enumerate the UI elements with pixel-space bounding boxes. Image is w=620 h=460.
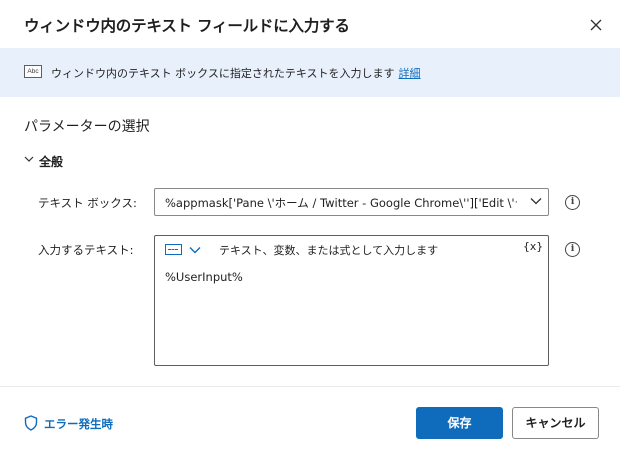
input-text-help-icon[interactable]: i — [565, 242, 580, 257]
details-link[interactable]: 詳細 — [399, 67, 421, 80]
cancel-button[interactable]: キャンセル — [512, 407, 599, 439]
text-box-help-icon[interactable]: i — [565, 195, 580, 210]
footer-divider — [0, 386, 620, 387]
input-text-label: 入力するテキスト: — [38, 243, 134, 257]
info-bar: Abc ウィンドウ内のテキスト ボックスに指定されたテキストを入力します 詳細 — [0, 48, 620, 97]
insert-variable-button[interactable]: {x} — [523, 240, 543, 253]
input-text-value: %UserInput% — [165, 270, 243, 284]
dialog-title: ウィンドウ内のテキスト フィールドに入力する — [24, 17, 350, 35]
chevron-down-icon — [530, 198, 542, 205]
section-title: パラメーターの選択 — [24, 119, 150, 135]
shield-icon — [24, 415, 38, 431]
info-text: ウィンドウ内のテキスト ボックスに指定されたテキストを入力します — [51, 67, 395, 80]
input-text-field[interactable]: テキスト、変数、または式として入力します {x} %UserInput% — [154, 235, 549, 366]
text-box-icon: Abc — [24, 65, 42, 78]
text-box-value: %appmask['Pane \'ホーム / Twitter - Google … — [165, 196, 517, 210]
text-box-select[interactable]: %appmask['Pane \'ホーム / Twitter - Google … — [154, 188, 549, 216]
dialog: ウィンドウ内のテキスト フィールドに入力する Abc ウィンドウ内のテキスト ボ… — [0, 0, 620, 460]
chevron-down-icon[interactable] — [189, 246, 201, 254]
group-general-label: 全般 — [39, 155, 64, 169]
on-error-label: エラー発生時 — [44, 417, 113, 431]
input-text-placeholder: テキスト、変数、または式として入力します — [219, 244, 439, 257]
info-description: ウィンドウ内のテキスト ボックスに指定されたテキストを入力します 詳細 — [51, 65, 421, 81]
text-box-label: テキスト ボックス: — [38, 196, 137, 210]
close-button[interactable] — [584, 13, 608, 37]
chevron-down-icon — [24, 156, 34, 162]
save-button[interactable]: 保存 — [416, 407, 503, 439]
text-type-icon[interactable] — [165, 244, 182, 255]
close-icon — [590, 19, 602, 31]
